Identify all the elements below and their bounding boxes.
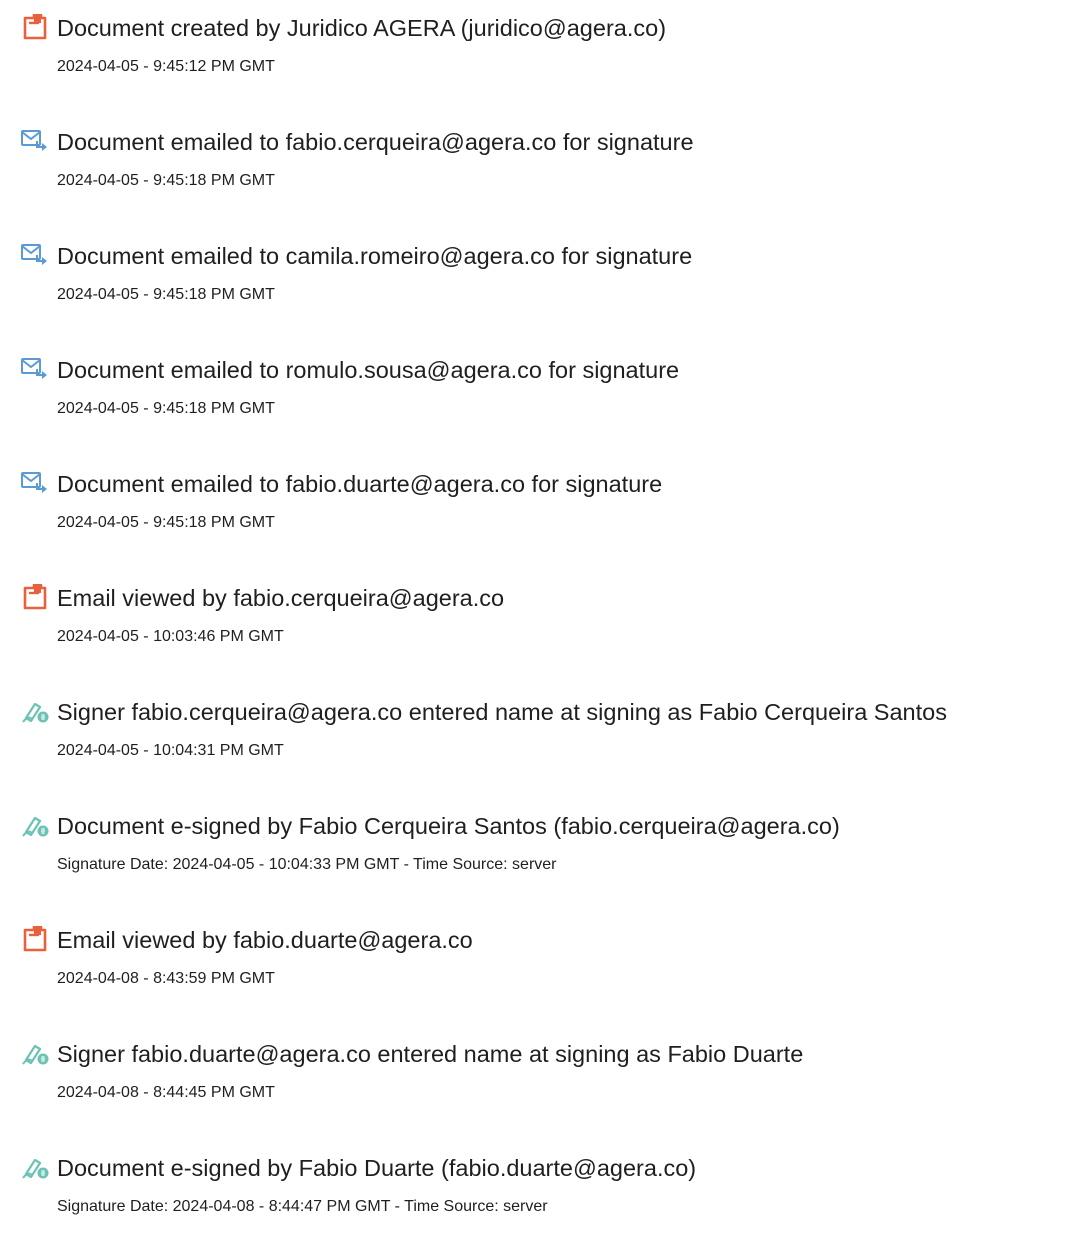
event-timestamp: 2024-04-05 - 9:45:18 PM GMT (57, 286, 275, 303)
event-title: Document e-signed by Fabio Cerqueira San… (57, 813, 840, 839)
event-timestamp: 2024-04-05 - 9:45:18 PM GMT (57, 514, 275, 531)
audit-event: Document emailed to fabio.duarte@agera.c… (0, 470, 1065, 560)
event-timestamp: 2024-04-05 - 9:45:18 PM GMT (57, 400, 275, 417)
e-sign-pen-icon (20, 698, 50, 724)
event-title: Document emailed to fabio.cerqueira@ager… (57, 129, 694, 155)
document-viewed-icon (20, 584, 50, 610)
event-title: Document emailed to camila.romeiro@agera… (57, 243, 693, 269)
audit-event: Document created by Juridico AGERA (juri… (0, 14, 1065, 104)
audit-event: Email viewed by fabio.cerqueira@agera.co… (0, 584, 1065, 674)
email-sent-icon (20, 470, 50, 496)
event-timestamp: 2024-04-08 - 8:43:59 PM GMT (57, 970, 275, 987)
event-signature-detail: Signature Date: 2024-04-05 - 10:04:33 PM… (57, 856, 557, 873)
event-title: Email viewed by fabio.cerqueira@agera.co (57, 585, 505, 611)
audit-event-list: Document created by Juridico AGERA (juri… (0, 0, 1065, 1224)
event-timestamp: 2024-04-05 - 10:04:31 PM GMT (57, 742, 284, 759)
audit-event: Document emailed to fabio.cerqueira@ager… (0, 128, 1065, 218)
event-title: Email viewed by fabio.duarte@agera.co (57, 927, 473, 953)
event-title: Document emailed to romulo.sousa@agera.c… (57, 357, 680, 383)
document-viewed-icon (20, 926, 50, 952)
e-sign-pen-icon (20, 812, 50, 838)
email-sent-icon (20, 242, 50, 268)
document-created-icon (20, 14, 50, 40)
event-timestamp: 2024-04-05 - 9:45:18 PM GMT (57, 172, 275, 189)
event-timestamp: 2024-04-05 - 9:45:12 PM GMT (57, 58, 275, 75)
audit-event: Document e-signed by Fabio Duarte (fabio… (0, 1154, 1065, 1244)
audit-event: Signer fabio.cerqueira@agera.co entered … (0, 698, 1065, 788)
event-title: Signer fabio.cerqueira@agera.co entered … (57, 699, 947, 725)
email-sent-icon (20, 128, 50, 154)
event-title: Document emailed to fabio.duarte@agera.c… (57, 471, 663, 497)
audit-event: Document emailed to romulo.sousa@agera.c… (0, 356, 1065, 446)
email-sent-icon (20, 356, 50, 382)
event-title: Document e-signed by Fabio Duarte (fabio… (57, 1155, 697, 1181)
audit-event: Signer fabio.duarte@agera.co entered nam… (0, 1040, 1065, 1130)
event-timestamp: 2024-04-08 - 8:44:45 PM GMT (57, 1084, 275, 1101)
event-timestamp: 2024-04-05 - 10:03:46 PM GMT (57, 628, 284, 645)
audit-event: Document emailed to camila.romeiro@agera… (0, 242, 1065, 332)
e-sign-pen-icon (20, 1154, 50, 1180)
event-title: Document created by Juridico AGERA (juri… (57, 15, 667, 41)
e-sign-pen-icon (20, 1040, 50, 1066)
event-title: Signer fabio.duarte@agera.co entered nam… (57, 1041, 804, 1067)
audit-event: Document e-signed by Fabio Cerqueira San… (0, 812, 1065, 902)
event-signature-detail: Signature Date: 2024-04-08 - 8:44:47 PM … (57, 1198, 548, 1215)
audit-event: Email viewed by fabio.duarte@agera.co 20… (0, 926, 1065, 1016)
